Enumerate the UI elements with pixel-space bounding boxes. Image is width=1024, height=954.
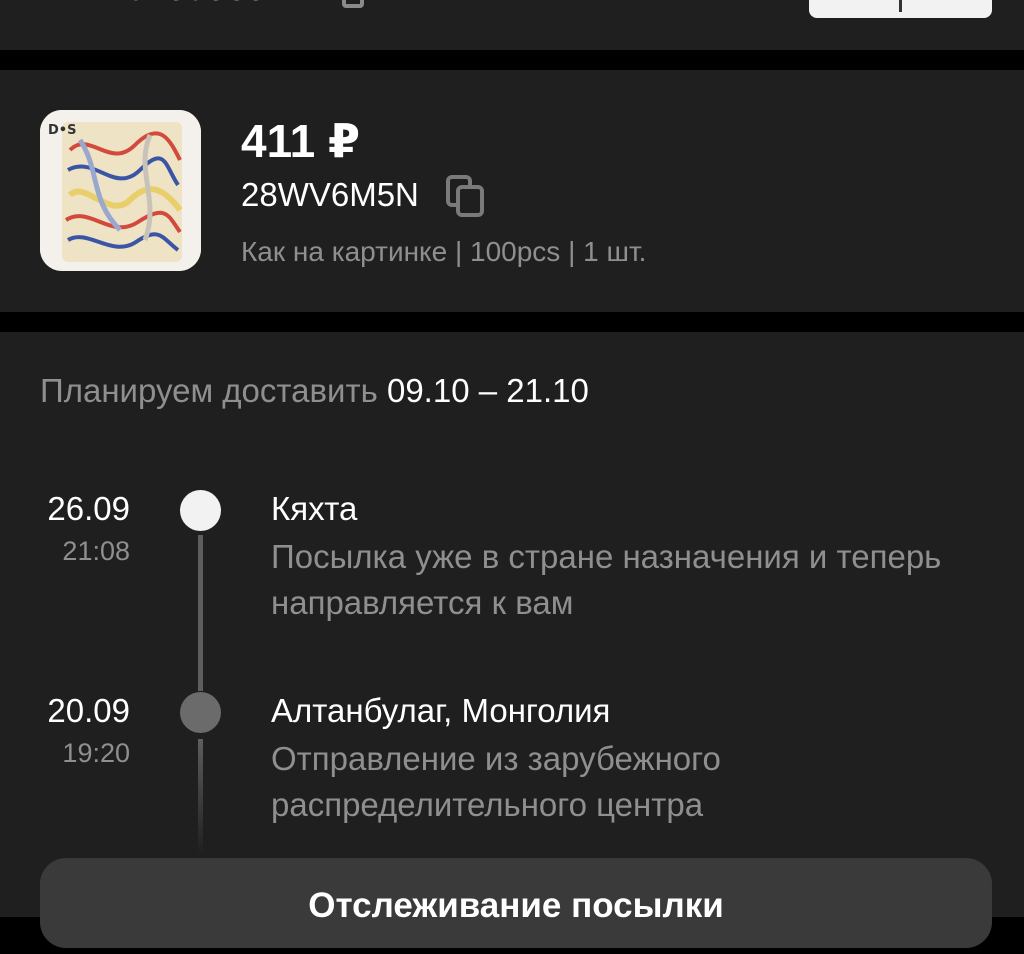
product-card[interactable]: D•S 411 ₽ 28WV6M5N Как на картинке | 100… — [0, 70, 1024, 312]
event-place: Алтанбулаг, Монголия — [271, 692, 611, 729]
copy-tracking-icon[interactable] — [342, 0, 364, 8]
header-action-button[interactable] — [809, 0, 992, 18]
product-variant: Как на картинке | 100pcs | 1 шт. — [241, 236, 647, 267]
planned-delivery-label: Планируем доставить — [40, 372, 378, 409]
product-price: 411 ₽ — [241, 115, 360, 167]
timeline-dot-past-icon — [180, 692, 221, 733]
event-description: Отправление из зарубежного распределител… — [271, 740, 721, 823]
product-image: D•S — [40, 110, 201, 271]
timeline-line — [198, 535, 203, 691]
event-time: 19:20 — [62, 738, 130, 768]
event-description: Посылка уже в стране назначения и теперь… — [271, 538, 942, 621]
event-date: 26.09 — [47, 490, 130, 527]
planned-delivery-dates: 09.10 – 21.10 — [386, 372, 589, 409]
tracking-card: Планируем доставить 09.10 – 21.10 26.09 … — [0, 332, 1024, 948]
thumb-brand-text: D•S — [48, 123, 76, 138]
planned-delivery: Планируем доставить 09.10 – 21.10 — [40, 372, 589, 410]
order-header-strip: EA279489838MN — [0, 0, 1024, 50]
product-sku: 28WV6M5N — [241, 176, 419, 213]
timeline-dot-current-icon — [180, 490, 221, 531]
timeline-line — [198, 739, 203, 854]
tracking-code: EA279489838MN — [40, 0, 321, 9]
copy-icon[interactable] — [446, 175, 486, 217]
product-thumbnail[interactable]: D•S — [40, 110, 201, 271]
event-date: 20.09 — [47, 692, 130, 729]
event-place: Кяхта — [271, 490, 358, 527]
event-time: 21:08 — [62, 536, 130, 566]
track-parcel-button[interactable]: Отслеживание посылки — [40, 858, 992, 948]
